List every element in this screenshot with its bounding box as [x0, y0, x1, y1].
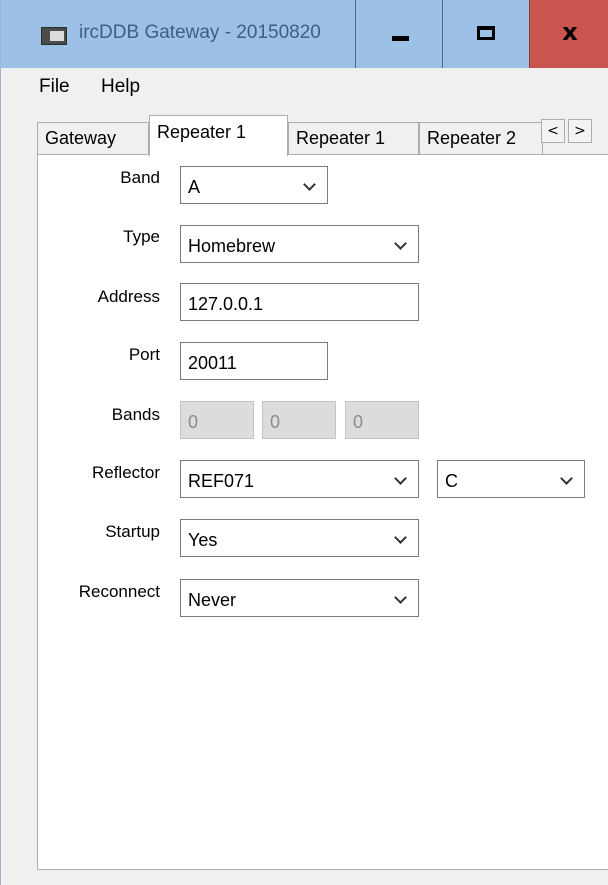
minimize-icon: [392, 36, 409, 41]
chevron-down-icon: [394, 461, 408, 497]
chevron-down-icon: [303, 167, 317, 203]
type-value: Homebrew: [188, 236, 276, 256]
minimize-button[interactable]: [355, 0, 442, 68]
chevron-down-icon: [394, 580, 408, 616]
reconnect-select[interactable]: Never: [180, 579, 419, 617]
menu-bar: [1, 68, 608, 104]
maximize-icon: [477, 26, 495, 40]
reflector-module-select[interactable]: C: [437, 460, 585, 498]
chevron-down-icon: [394, 520, 408, 556]
reflector-module-value: C: [445, 471, 458, 491]
title-bar[interactable]: ircDDB Gateway - 20150820 x: [1, 0, 608, 68]
close-icon: x: [562, 18, 578, 46]
bands-input-2: 0: [262, 401, 336, 439]
tab-repeater-1-active[interactable]: Repeater 1: [149, 115, 288, 156]
startup-value: Yes: [188, 530, 218, 550]
reflector-value: REF071: [188, 471, 255, 491]
menu-file[interactable]: File: [39, 76, 70, 98]
tab-scroll-left-button[interactable]: <: [541, 119, 565, 143]
chevron-down-icon: [560, 461, 574, 497]
app-icon: [41, 27, 67, 45]
startup-select[interactable]: Yes: [180, 519, 419, 557]
reflector-label: Reflector: [91, 463, 160, 482]
tab-repeater-1-second[interactable]: Repeater 1: [288, 122, 419, 154]
address-label: Address: [97, 287, 160, 306]
bands-label: Bands: [111, 405, 160, 424]
app-window: ircDDB Gateway - 20150820 x File Help Ga…: [0, 0, 608, 885]
band-value: A: [188, 177, 201, 197]
reconnect-value: Never: [188, 590, 237, 610]
reflector-select[interactable]: REF071: [180, 460, 419, 498]
window-title: ircDDB Gateway - 20150820: [79, 22, 321, 43]
band-label: Band: [120, 168, 160, 187]
port-label: Port: [128, 345, 160, 364]
band-select[interactable]: A: [180, 166, 328, 204]
tab-repeater-2[interactable]: Repeater 2: [419, 122, 543, 154]
maximize-button[interactable]: [442, 0, 529, 68]
type-select[interactable]: Homebrew: [180, 225, 419, 263]
bands-input-3: 0: [345, 401, 419, 439]
tab-gateway[interactable]: Gateway: [37, 122, 149, 154]
type-label: Type: [123, 227, 160, 246]
bands-input-1: 0: [180, 401, 254, 439]
close-button[interactable]: x: [529, 0, 608, 68]
port-input[interactable]: 20011: [180, 342, 328, 380]
tab-scroll-right-button[interactable]: >: [568, 119, 592, 143]
chevron-down-icon: [394, 226, 408, 262]
startup-label: Startup: [105, 522, 160, 541]
address-input[interactable]: 127.0.0.1: [180, 283, 419, 321]
reconnect-label: Reconnect: [78, 582, 160, 601]
menu-help[interactable]: Help: [101, 76, 140, 98]
